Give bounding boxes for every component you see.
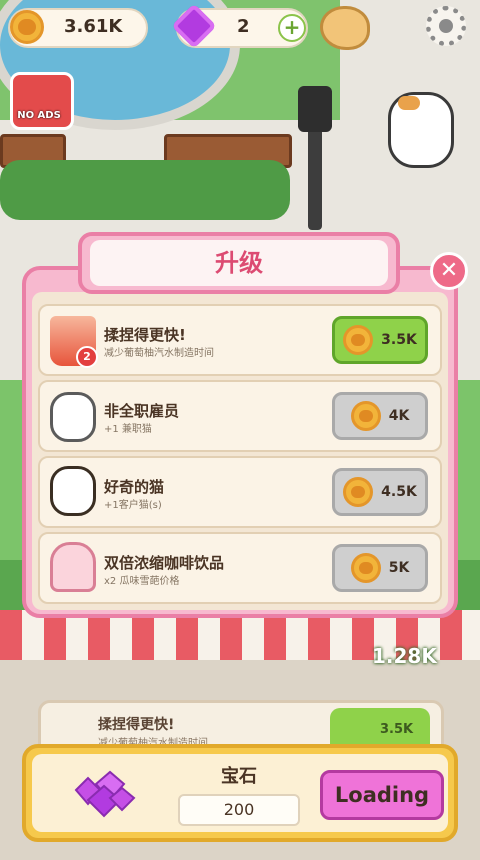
background-card-title: 揉捏得更快! <box>98 717 175 733</box>
purchase-gems-button[interactable]: Loading <box>320 770 444 820</box>
coin-icon <box>10 10 44 44</box>
wandering-cat-spot <box>398 96 420 110</box>
upgrade-price: 3.5K <box>381 332 417 348</box>
upgrade-title: 非全职雇员 <box>104 402 180 420</box>
upgrade-price: 5K <box>388 560 410 576</box>
coin-amount: 3.61K <box>64 16 123 37</box>
coin-icon <box>343 477 374 507</box>
upgrade-subtitle: +1 兼职猫 <box>104 424 152 435</box>
no-ads-label: NO ADS <box>17 110 61 121</box>
upgrade-price: 4.5K <box>381 484 417 500</box>
background-coin-amount: 1.28K <box>372 644 437 668</box>
upgrade-subtitle: 减少葡萄柚汽水制造时间 <box>104 348 214 359</box>
buy-upgrade-button[interactable]: 4.5K <box>332 468 428 516</box>
dialog-title: 升级 <box>215 249 263 277</box>
level-badge: 2 <box>76 346 98 368</box>
buy-upgrade-button[interactable]: 4K <box>332 392 428 440</box>
add-gems-button[interactable]: + <box>278 14 306 42</box>
upgrade-title: 揉捏得更快! <box>104 326 186 344</box>
upgrade-price: 4K <box>388 408 410 424</box>
background-buy-price: 3.5K <box>380 722 414 737</box>
upgrade-title: 双倍浓缩咖啡饮品 <box>104 554 225 572</box>
street-lamp-head <box>298 86 332 132</box>
gem-pile-icon <box>74 770 136 818</box>
part-time-cat-icon <box>50 392 96 442</box>
buy-upgrade-button[interactable]: 5K <box>332 544 428 592</box>
upgrade-subtitle: x2 瓜味雪葩价格 <box>104 576 180 587</box>
coin-icon <box>350 401 381 431</box>
gem-shop-title: 宝石 <box>221 766 257 787</box>
hedge <box>0 160 290 220</box>
close-button[interactable]: ✕ <box>430 252 468 290</box>
buy-upgrade-button[interactable]: 3.5K <box>332 316 428 364</box>
gem-amount: 2 <box>237 16 250 37</box>
palette-icon[interactable] <box>320 6 370 50</box>
no-ads-button[interactable] <box>10 72 74 130</box>
coin-icon <box>343 325 374 355</box>
coin-icon <box>350 553 381 583</box>
upgrade-subtitle: +1客户猫(s) <box>104 500 162 511</box>
upgrade-title: 好奇的猫 <box>104 478 165 496</box>
sundae-icon <box>50 542 96 592</box>
gem-quantity: 200 <box>178 794 300 826</box>
gear-icon[interactable] <box>426 6 466 46</box>
curious-cat-icon <box>50 466 96 516</box>
